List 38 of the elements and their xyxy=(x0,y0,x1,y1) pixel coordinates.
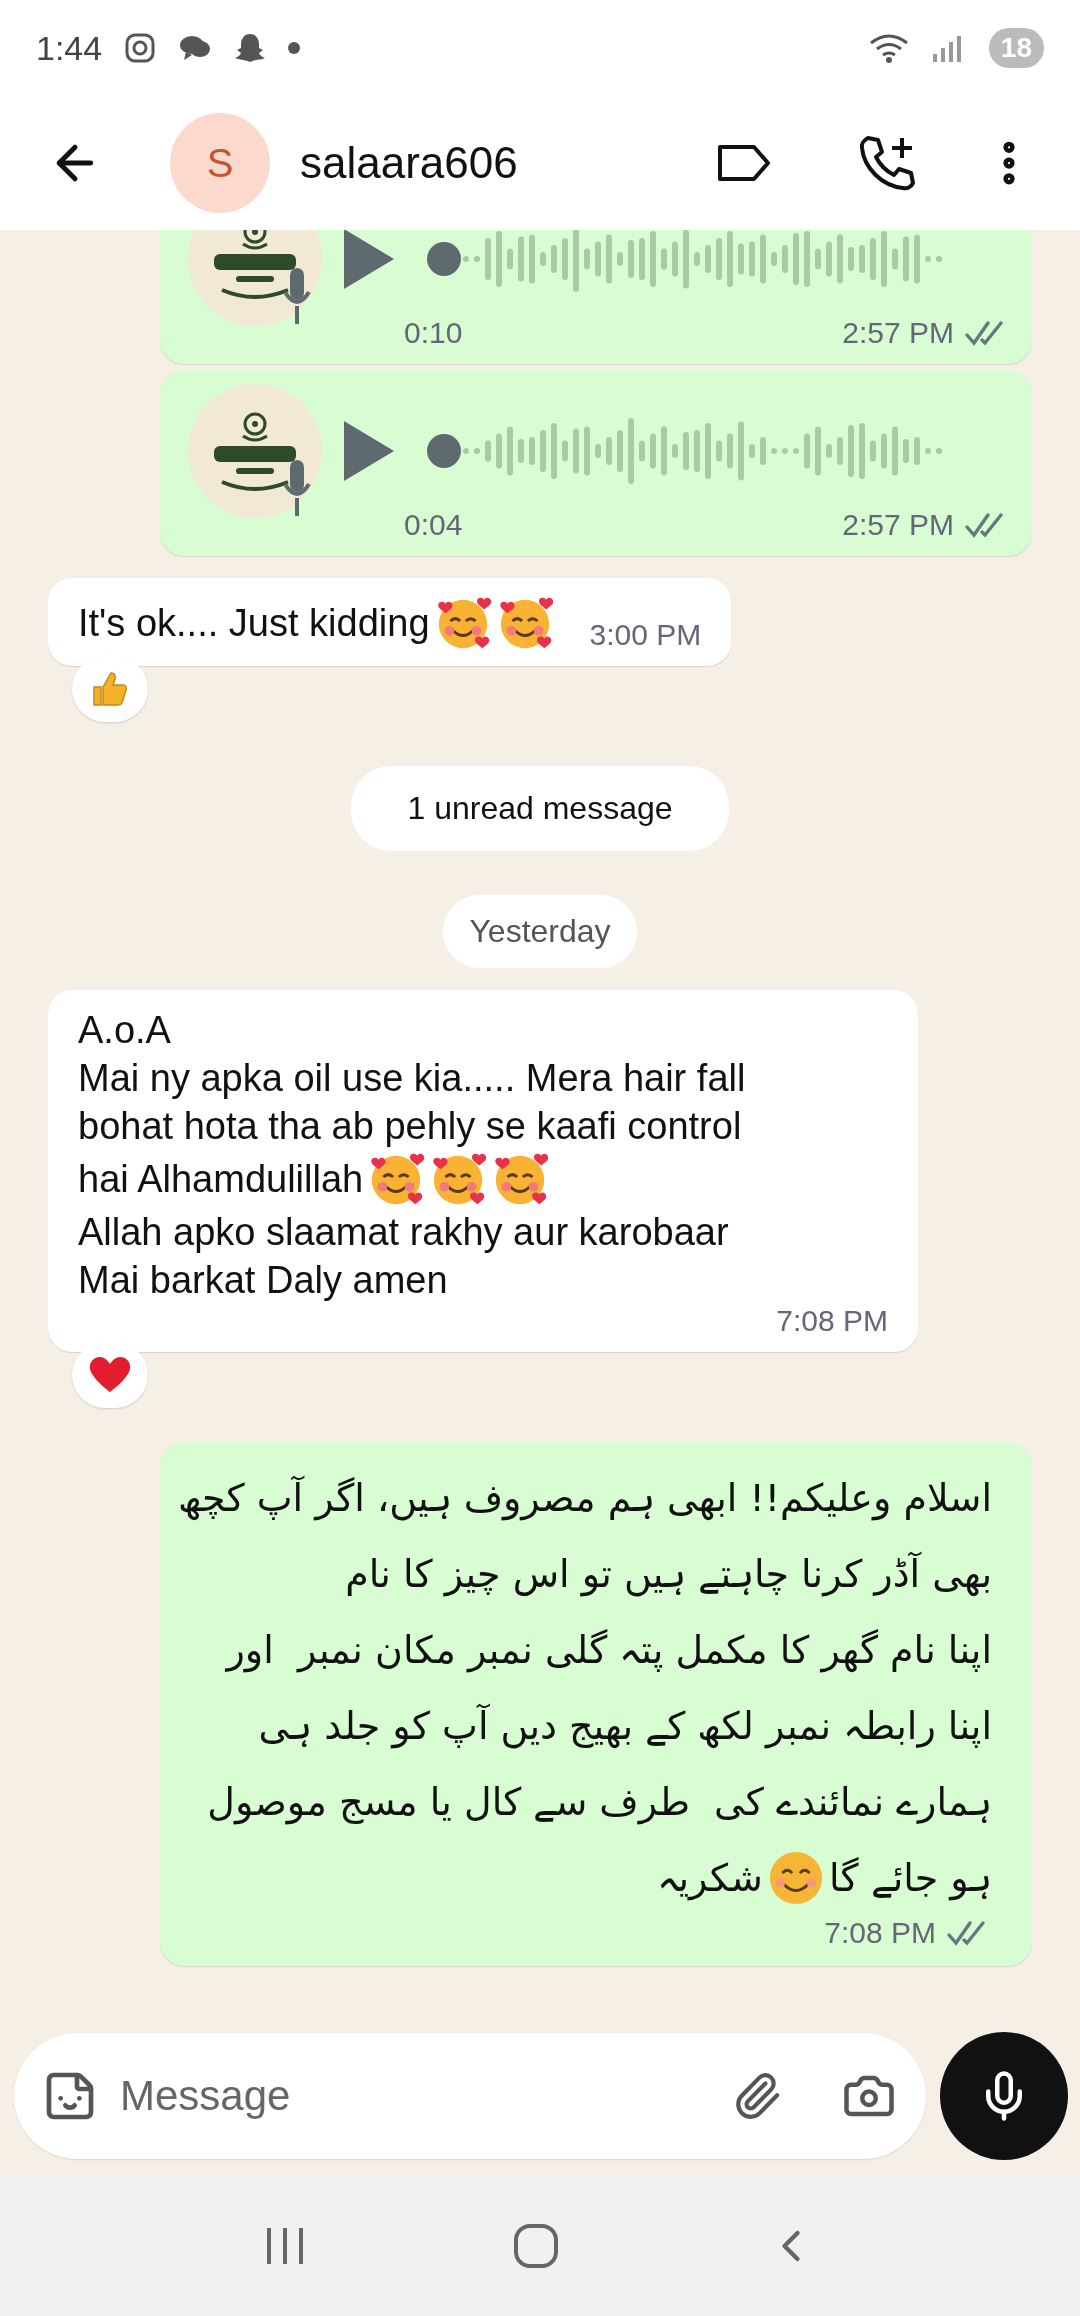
ghost-icon xyxy=(234,32,267,64)
message-text: اسلام وعلیکم!! ابھی ہم مصروف ہیں، اگر آپ کچھ xyxy=(178,1476,992,1520)
chat-bubbles-icon xyxy=(178,33,213,63)
message-time: 2:57 PM xyxy=(842,316,954,350)
play-button[interactable] xyxy=(342,230,396,291)
voice-duration: 0:04 xyxy=(404,508,463,542)
notification-dot-icon xyxy=(288,42,301,54)
microphone-icon xyxy=(282,458,312,518)
message-text: Allah apko slaamat rakhy aur karobaar xyxy=(78,1210,729,1254)
message-text: Mai ny apka oil use kia..... Mera hair fall xyxy=(78,1056,746,1100)
message-text: hai Alhamdulillah xyxy=(78,1157,364,1201)
message-text: It's ok.... Just kidding xyxy=(78,601,430,645)
battery-level: 18 xyxy=(988,28,1044,68)
message-field[interactable]: Message xyxy=(14,2033,926,2159)
message-time: 7:08 PM xyxy=(776,1304,888,1338)
status-time: 1:44 xyxy=(36,28,103,68)
voice-duration: 0:10 xyxy=(404,316,463,350)
microphone-icon xyxy=(282,266,312,326)
wifi-icon xyxy=(868,32,909,64)
message-text: A.o.A xyxy=(78,1008,171,1052)
unread-messages-banner: 1 unread message xyxy=(351,766,729,851)
message-input[interactable]: Message xyxy=(118,2071,712,2121)
message-text: شکریہ xyxy=(656,1856,763,1900)
message-text: بھی آڈر کرنا چاہتے ہیں تو اس چیز کا نام xyxy=(345,1552,992,1596)
camera-app-icon xyxy=(124,32,157,64)
play-button[interactable] xyxy=(342,419,396,483)
message-time: 7:08 PM xyxy=(824,1916,936,1950)
message-text: اپنا نام گھر کا مکمل پتہ گلی نمبر مکان نمبر اور xyxy=(226,1628,992,1672)
date-chip: Yesterday xyxy=(443,895,637,968)
message-text: Mai barkat Daly amen xyxy=(78,1258,448,1302)
message-text: ہو جائے گا xyxy=(828,1856,992,1900)
message-time: 2:57 PM xyxy=(842,508,954,542)
home-icon[interactable] xyxy=(513,2223,559,2269)
message-time: 3:00 PM xyxy=(589,618,702,652)
message-text: ہمارے نمائندے کی طرف سے کال یا مسج موصول xyxy=(207,1780,992,1824)
message-text: bohat hota tha ab pehly se kaafi control xyxy=(78,1104,742,1148)
message-text: اپنا رابطہ نمبر لکھ کے بھیج دیں آپ کو جلد ہی xyxy=(258,1704,992,1748)
contact-name[interactable]: salaara606 xyxy=(300,138,678,188)
